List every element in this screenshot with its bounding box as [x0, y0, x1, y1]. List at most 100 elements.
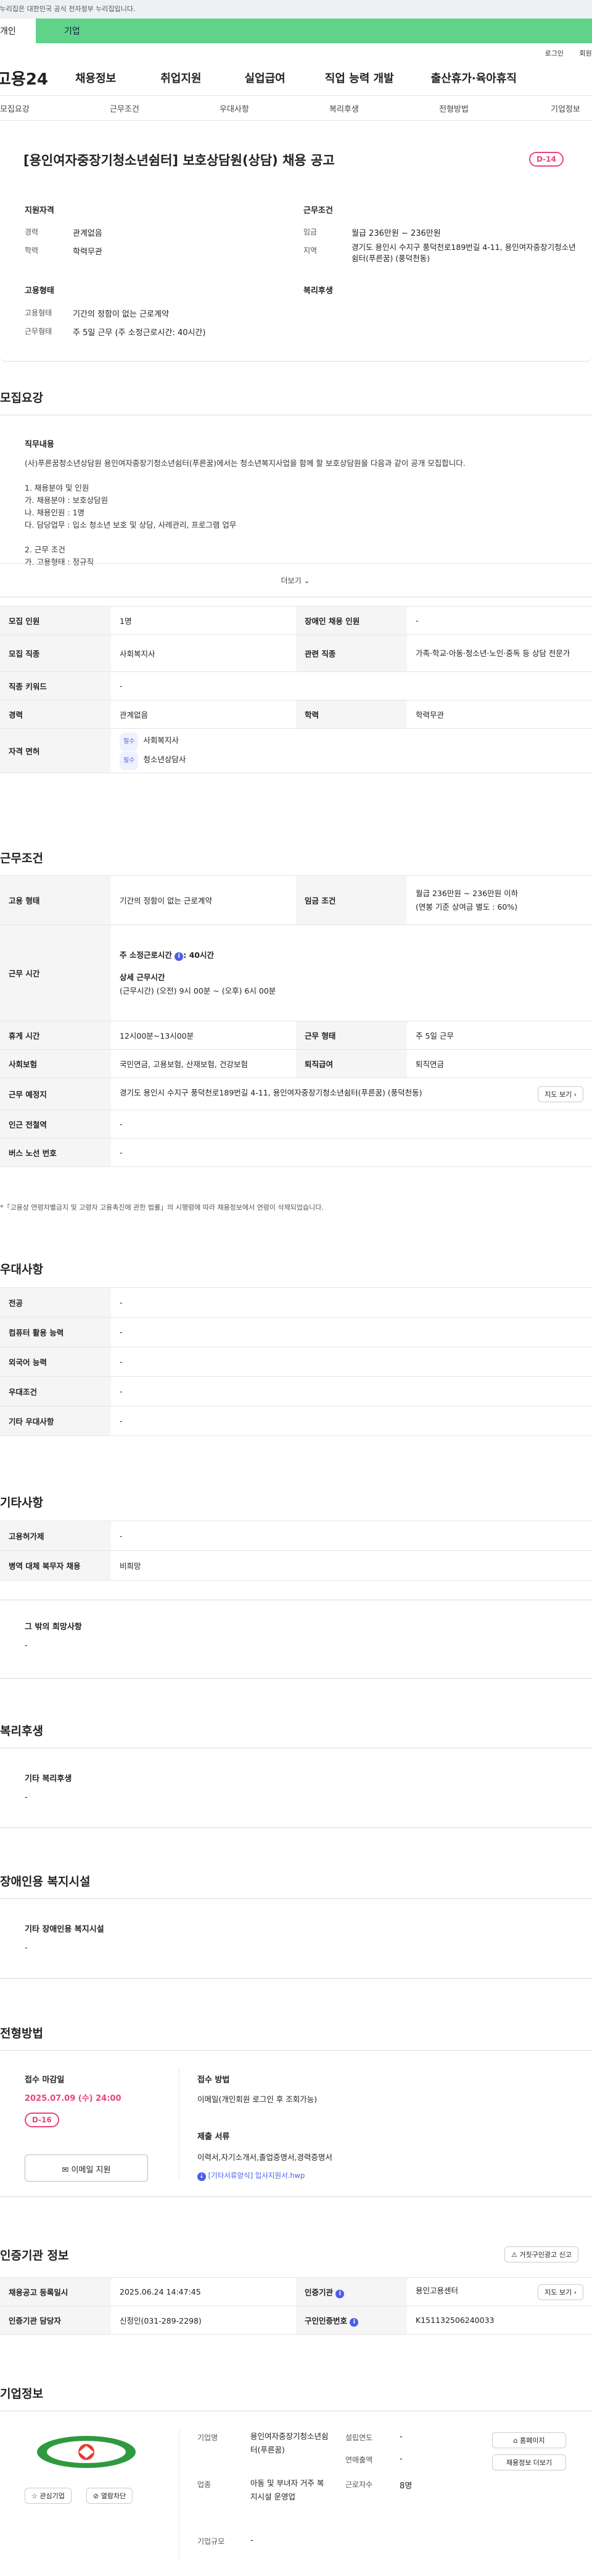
conditions-section-title: 근무조건: [0, 852, 43, 865]
license-list: 필수 사회복지사 필수 청소년상담사: [111, 728, 592, 773]
chevron-down-icon: ⌄: [303, 576, 310, 585]
wage-value: 월급 236만원 ~ 236만원: [352, 229, 441, 238]
sales-label: 연매출액: [345, 2456, 373, 2464]
docs-title: 제출 서류: [197, 2132, 230, 2142]
cell-label: 모집 직종: [0, 634, 111, 672]
attachment-link[interactable]: ↓ [기타서류양식] 입사지원서.hwp: [197, 2171, 305, 2181]
preference-table: 전공 - 컴퓨터 활용 능력 - 외국어 능력 - 우대조건 - 기타 우대사항 -: [0, 1287, 592, 1436]
cell-value: 신정인(031-289-2298): [111, 2306, 296, 2335]
table-row: 모집 직종 사회복지사 관련 직종 가족·학교·아동·청소년·노인·중독 등 상…: [0, 634, 592, 672]
gnb-menu-leave[interactable]: 출산휴가·육아휴직: [431, 70, 517, 86]
cell-label: 휴게 시간: [0, 1021, 111, 1050]
cell-label: 병역 대체 복무자 채용: [0, 1550, 111, 1581]
cell-label: 근무 시간: [0, 924, 111, 1021]
report-fake-ad-button[interactable]: ⚠ 거짓구인광고 신고: [504, 2246, 578, 2262]
chevron-right-icon: ›: [574, 2288, 577, 2296]
section-nav-item[interactable]: 근무조건: [110, 102, 139, 114]
etc-section-title: 기타사항: [0, 1496, 43, 1510]
emp-type-label: 고용형태: [25, 309, 52, 317]
table-row: 인근 전철역 -: [0, 1110, 592, 1139]
info-icon[interactable]: i: [175, 952, 184, 961]
cell-value: -: [111, 1317, 592, 1347]
map-button[interactable]: 지도 보기 ›: [538, 1086, 583, 1102]
career-value: 관계없음: [73, 229, 102, 238]
loc-value: 경기도 용인시 수지구 풍덕천로189번길 4-11, 용인여자중장기청소년쉼터…: [352, 243, 576, 263]
docs-value: 이력서,자기소개서,졸업증명서,경력증명서: [197, 2153, 332, 2162]
work-type-value: 주 5일 근무 (주 소정근로시간: 40시간): [73, 328, 206, 338]
employees-value: 8명: [400, 2482, 413, 2491]
cell-label: 모집 인원: [0, 606, 111, 635]
info-icon[interactable]: i: [335, 2289, 345, 2298]
cell-value: 주 5일 근무: [407, 1021, 592, 1050]
download-icon: ↓: [197, 2172, 206, 2181]
disabled-box-value: -: [25, 1943, 28, 1953]
dday-badge: D-14: [529, 152, 564, 167]
map-button[interactable]: 지도 보기 ›: [538, 2283, 583, 2300]
gnb-menu-jobs[interactable]: 채용정보: [75, 70, 116, 86]
section-nav-item[interactable]: 전형방법: [439, 102, 469, 114]
other-wishes-title: 그 밖의 희망사항: [25, 1622, 82, 1632]
section-nav-item[interactable]: 복리후생: [329, 102, 359, 114]
login-link[interactable]: 로그인: [545, 49, 564, 57]
work-type-label: 근무형태: [25, 327, 52, 336]
section-nav-item[interactable]: 우대사항: [220, 102, 249, 114]
welfare-box-title: 기타 복리후생: [25, 1774, 72, 1784]
cell-label: 퇴직급여: [296, 1049, 407, 1078]
cell-label: 기타 우대사항: [0, 1406, 111, 1436]
founded-value: -: [400, 2432, 403, 2441]
join-link[interactable]: 회원가입: [580, 49, 592, 57]
email-apply-button[interactable]: ✉ 이메일 지원: [25, 2154, 148, 2182]
gnb-menu-unemployment[interactable]: 실업급여: [245, 70, 286, 86]
cell-label: 관련 직종: [296, 634, 407, 672]
duty-line: [25, 531, 580, 544]
company-logo: [25, 2433, 148, 2470]
duty-line: 가. 채용분야 : 보호상담원: [25, 496, 109, 505]
cell-value: 12시00분~13시00분: [111, 1021, 296, 1050]
loc-label: 지역: [303, 246, 318, 255]
table-row: 고용허가제 -: [0, 1521, 592, 1551]
deadline-value: 2025.07.09 (수) 24:00: [25, 2094, 121, 2103]
table-row: 직종 키워드 -: [0, 671, 592, 700]
size-label: 기업규모: [197, 2537, 225, 2546]
selection-box: 접수 마감일 2025.07.09 (수) 24:00 D-16 ✉ 이메일 지…: [0, 2050, 592, 2197]
cell-label: 외국어 능력: [0, 1347, 111, 1377]
welfare-title: 복리후생: [303, 286, 333, 296]
gnb-menu-training[interactable]: 직업 능력 개발: [325, 70, 394, 86]
cell-value: 가족·학교·아동·청소년·노인·중독 등 상담 전문가: [407, 634, 592, 672]
cell-value: 비희망: [111, 1550, 592, 1581]
cell-label: 임금 조건: [296, 875, 407, 925]
cell-value: -: [111, 1287, 592, 1318]
cell-value: -: [111, 1110, 592, 1139]
favorite-company-button[interactable]: ☆ 관심기업: [25, 2488, 72, 2504]
duty-line: 다. 담당업무 : 입소 청소년 보호 및 상담, 사례관리, 프로그램 업무: [25, 520, 237, 530]
cell-label: 채용공고 등록일시: [0, 2277, 111, 2306]
emp-title: 고용형태: [25, 286, 54, 296]
cell-label: 학력: [296, 700, 407, 729]
employees-label: 근로자수: [345, 2480, 373, 2489]
section-nav-item[interactable]: 모집요강: [0, 102, 30, 114]
cell-value: -: [111, 1347, 592, 1377]
more-jobs-button[interactable]: 채용정보 더보기: [492, 2454, 566, 2470]
cell-value: 관계없음: [111, 700, 296, 729]
homepage-button[interactable]: ⌂ 홈페이지: [492, 2432, 566, 2448]
other-wishes-box: 그 밖의 희망사항 -: [0, 1600, 592, 1679]
duty-title: 직무내용: [25, 440, 54, 449]
selection-section-title: 전형방법: [0, 2027, 43, 2040]
industry-value: 아동 및 부녀자 거주 복지시설 운영업: [250, 2478, 324, 2501]
cell-label: 직종 키워드: [0, 671, 111, 700]
table-row: 우대조건 -: [0, 1376, 592, 1406]
block-view-button[interactable]: ⊘ 열람차단: [86, 2488, 133, 2504]
cell-label: 자격 면허: [0, 728, 111, 773]
info-icon[interactable]: i: [350, 2317, 359, 2327]
more-button[interactable]: 더보기 ⌄: [0, 563, 591, 597]
tab-personal[interactable]: 개인: [0, 19, 36, 43]
cell-label: 구인인증번호 i: [296, 2306, 407, 2335]
tab-company[interactable]: 기업: [36, 19, 592, 43]
table-row: 모집 인원 1명 장애인 채용 인원 -: [0, 606, 592, 635]
section-nav-item[interactable]: 기업정보: [551, 102, 580, 114]
cell-value: 기간의 정함이 없는 근로계약: [111, 875, 296, 925]
size-value: -: [250, 2536, 253, 2545]
cell-value: -: [111, 1376, 592, 1406]
gnb-menu-employment-support[interactable]: 취업지원: [160, 70, 201, 86]
table-row: 인증기관 담당자 신정인(031-289-2298) 구인인증번호 i K151…: [0, 2306, 592, 2335]
